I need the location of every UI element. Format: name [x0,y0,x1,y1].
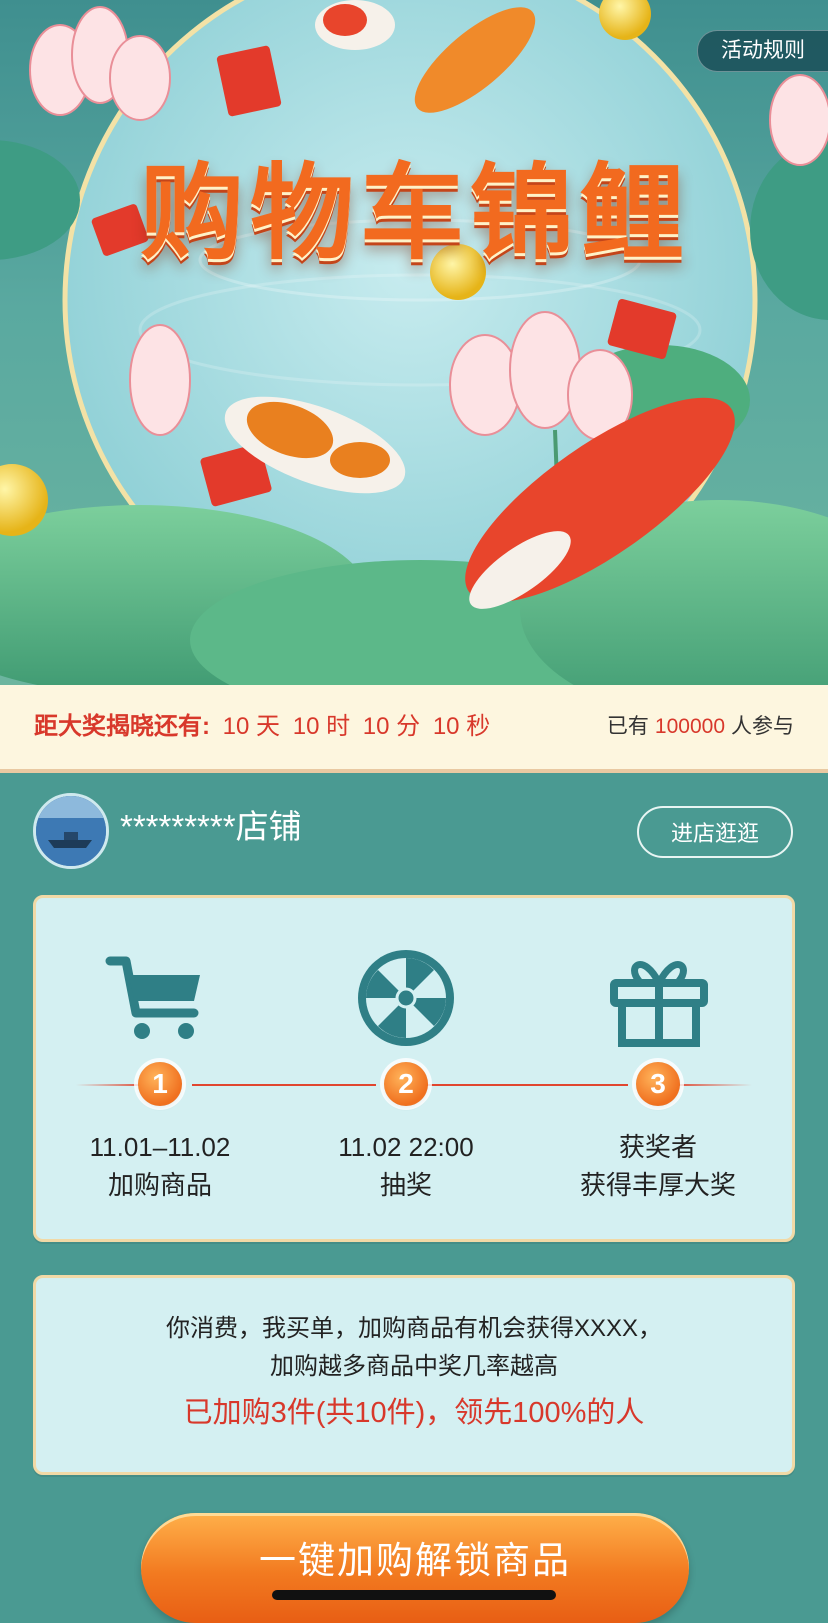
step-2-text: 11.02 22:00 抽奖 [291,1128,521,1204]
hero-title: 购物车锦鲤 [139,152,690,274]
countdown-hours-unit: 时 [326,713,351,740]
step-1-date: 11.01–11.02 [89,1132,231,1162]
countdown-timer: 距大奖揭晓还有: 10 天 10 时 10 分 10 秒 [34,685,490,769]
countdown-hours: 10 [292,713,320,740]
step-3-label: 获得丰厚大奖 [579,1170,736,1200]
participants-prefix: 已有 [606,715,649,738]
lottery-wheel-icon [358,950,454,1046]
participant-count: 已有 100000 人参与 [607,685,794,769]
countdown-days-unit: 天 [256,713,281,740]
hero-banner: 购物车锦鲤 活动规则 [0,0,828,685]
step-number: 1 [138,1062,182,1106]
countdown-minutes: 10 [362,713,390,740]
countdown-label: 距大奖揭晓还有: [34,713,210,740]
timeline-line [192,1084,376,1086]
visit-shop-button[interactable]: 进店逛逛 [637,806,793,858]
step-2-label: 抽奖 [379,1170,432,1200]
gift-icon [610,961,708,1047]
countdown-minutes-unit: 分 [396,713,421,740]
boat-image [36,796,106,866]
participants-number: 100000 [654,715,725,738]
koi-pond-illustration [0,0,828,685]
add-all-to-cart-button[interactable]: 一键加购解锁商品 [141,1513,689,1623]
step-number: 3 [636,1062,680,1106]
step-1-label: 加购商品 [107,1170,212,1200]
countdown-seconds: 10 [432,713,460,740]
promo-description: 你消费，我买单，加购商品有机会获得XXXX， [165,1315,663,1342]
timeline-line [672,1084,752,1086]
cart-status: 已加购3件(共10件)，领先100%的人 [183,1397,645,1429]
shop-name[interactable]: *********店铺 [120,805,302,849]
shopping-cart-icon [105,956,200,1039]
step-1-text: 11.01–11.02 加购商品 [45,1128,275,1204]
steps-card: 1 2 3 11.01–11.02 加购商品 11.02 22:00 抽奖 获奖… [33,895,795,1242]
activity-rules-button[interactable]: 活动规则 [697,30,828,72]
promo-info-card: 你消费，我买单，加购商品有机会获得XXXX， 加购越多商品中奖几率越高 已加购3… [33,1275,795,1475]
timeline-line [420,1084,628,1086]
step-number: 2 [384,1062,428,1106]
step-3-title: 获奖者 [618,1132,697,1162]
participants-suffix: 人参与 [731,715,794,738]
home-indicator [272,1590,556,1600]
countdown-seconds-unit: 秒 [466,713,491,740]
countdown-days: 10 [222,713,250,740]
countdown-bar: 距大奖揭晓还有: 10 天 10 时 10 分 10 秒 已有 100000 人参与 [0,685,828,773]
step-3-text: 获奖者 获得丰厚大奖 [543,1128,773,1204]
step-2-date: 11.02 22:00 [338,1132,474,1162]
promo-hint: 加购越多商品中奖几率越高 [270,1353,558,1380]
shop-avatar[interactable] [33,793,109,869]
